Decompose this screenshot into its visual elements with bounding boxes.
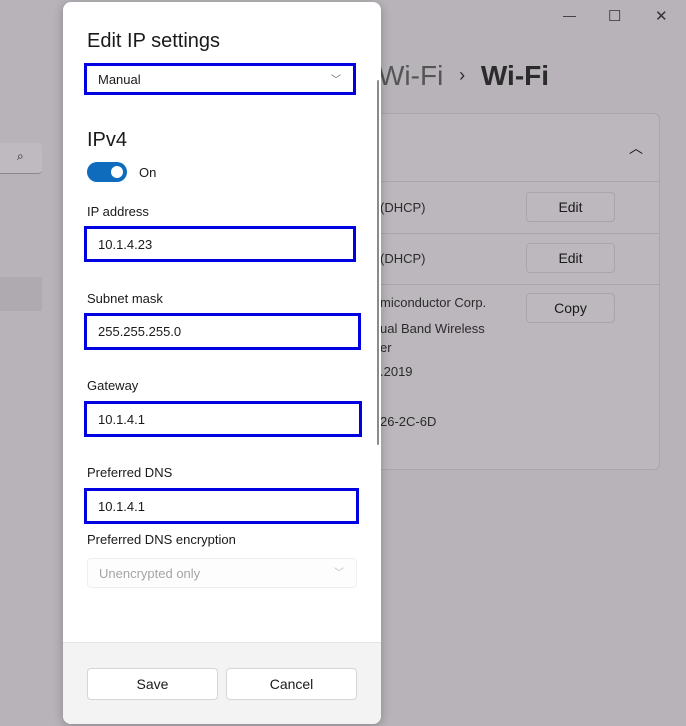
ip-assignment-value: (DHCP)	[380, 200, 426, 215]
dns-encryption-value: Unencrypted only	[99, 566, 201, 581]
close-button[interactable]: ✕	[655, 7, 668, 25]
minimize-button[interactable]: —	[563, 8, 576, 23]
cancel-button[interactable]: Cancel	[226, 668, 357, 700]
chevron-right-icon: ›	[459, 65, 466, 85]
chevron-down-icon: ﹀	[334, 568, 344, 579]
edit-ip-button[interactable]: Edit	[526, 192, 615, 222]
subnet-mask-label: Subnet mask	[87, 291, 163, 306]
sidebar-selected-item[interactable]	[0, 277, 42, 311]
gateway-input[interactable]: 10.1.4.1	[84, 401, 362, 437]
copy-button[interactable]: Copy	[526, 293, 615, 323]
dialog-title: Edit IP settings	[87, 30, 221, 52]
dns-encryption-label: Preferred DNS encryption	[87, 532, 236, 547]
gateway-label: Gateway	[87, 378, 139, 393]
ip-address-input[interactable]: 10.1.4.23	[84, 226, 356, 262]
dns-assignment-value: (DHCP)	[380, 251, 426, 266]
breadcrumb-parent[interactable]: Wi-Fi	[378, 60, 443, 91]
chevron-down-icon: ﹀	[331, 75, 341, 86]
ipv4-heading: IPv4	[87, 129, 128, 151]
preferred-dns-label: Preferred DNS	[87, 465, 173, 480]
driver-version: .2019	[380, 364, 413, 379]
search-box[interactable]: ⌕	[0, 143, 42, 174]
preferred-dns-input[interactable]: 10.1.4.1	[84, 488, 359, 524]
breadcrumb: Wi-Fi › Wi-Fi	[378, 60, 549, 92]
edit-dns-button[interactable]: Edit	[526, 243, 615, 273]
description-line1: ual Band Wireless	[380, 321, 485, 336]
breadcrumb-current: Wi-Fi	[480, 60, 550, 91]
mac-address: 26-2C-6D	[380, 414, 437, 429]
ipv4-toggle[interactable]	[87, 162, 127, 182]
ip-mode-value: Manual	[98, 71, 141, 87]
maximize-button[interactable]: ☐	[608, 7, 621, 25]
subnet-mask-input[interactable]: 255.255.255.0	[84, 313, 361, 350]
manufacturer: miconductor Corp.	[380, 295, 487, 310]
save-button[interactable]: Save	[87, 668, 218, 700]
ip-mode-dropdown[interactable]: Manual ﹀	[84, 63, 356, 95]
chevron-up-icon[interactable]: ︿	[629, 138, 643, 158]
edit-ip-dialog: Edit IP settings Manual ﹀ IPv4 On IP add…	[63, 2, 381, 724]
dns-encryption-dropdown[interactable]: Unencrypted only ﹀	[87, 558, 357, 588]
scrollbar[interactable]	[377, 80, 379, 445]
toggle-state-label: On	[139, 165, 157, 180]
description-line2: er	[380, 340, 392, 355]
search-icon: ⌕	[17, 149, 24, 163]
ip-address-label: IP address	[87, 204, 149, 219]
